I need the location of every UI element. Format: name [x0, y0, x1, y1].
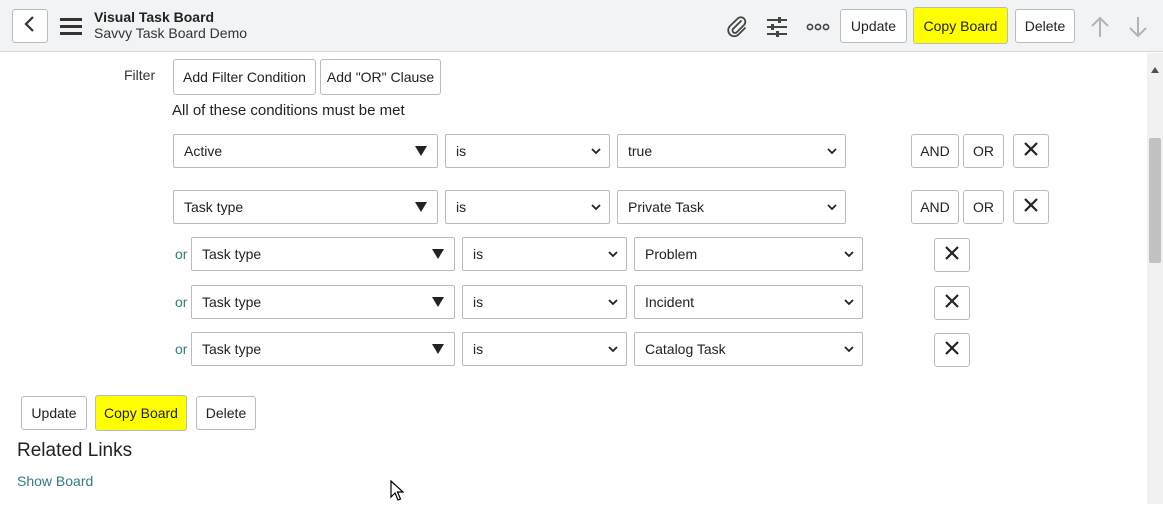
- scrollbar-thumb[interactable]: [1149, 138, 1161, 263]
- back-button[interactable]: [12, 9, 48, 43]
- or-button[interactable]: OR: [963, 134, 1004, 168]
- triangle-down-icon: [415, 135, 427, 167]
- chevron-down-icon: [608, 238, 618, 270]
- triangle-down-icon: [432, 238, 444, 270]
- and-button[interactable]: AND: [911, 190, 959, 224]
- remove-condition-button[interactable]: [1013, 134, 1049, 168]
- chevron-down-icon: [608, 286, 618, 318]
- chevron-down-icon: [827, 135, 837, 167]
- and-button[interactable]: AND: [911, 134, 959, 168]
- sliders-icon[interactable]: [764, 14, 790, 40]
- or-prefix-label: or: [175, 294, 188, 310]
- remove-condition-button[interactable]: [1013, 190, 1049, 224]
- chevron-down-icon: [844, 333, 854, 365]
- close-icon: [1024, 197, 1038, 217]
- close-icon: [945, 245, 959, 265]
- chevron-down-icon: [608, 333, 618, 365]
- remove-condition-button[interactable]: [934, 286, 970, 320]
- form-header: Visual Task Board Savvy Task Board Demo …: [0, 0, 1163, 52]
- more-icon[interactable]: [805, 14, 831, 40]
- chevron-left-icon: [24, 15, 36, 37]
- page-scrollbar[interactable]: [1147, 53, 1163, 504]
- operator-select[interactable]: is: [445, 134, 610, 168]
- show-board-link[interactable]: Show Board: [17, 473, 93, 489]
- or-button[interactable]: OR: [963, 190, 1004, 224]
- value-select[interactable]: Private Task: [617, 190, 846, 224]
- chevron-down-icon: [591, 135, 601, 167]
- add-or-clause-button[interactable]: Add "OR" Clause: [320, 59, 441, 95]
- operator-select-value: is: [473, 294, 484, 310]
- operator-select[interactable]: is: [445, 190, 610, 224]
- field-select[interactable]: Task type: [173, 190, 438, 224]
- triangle-down-icon: [415, 191, 427, 223]
- close-icon: [1024, 141, 1038, 161]
- triangle-down-icon: [432, 286, 444, 318]
- field-select[interactable]: Task type: [191, 332, 455, 366]
- close-icon: [945, 340, 959, 360]
- or-prefix-label: or: [175, 246, 188, 262]
- arrow-down-icon[interactable]: [1126, 14, 1150, 40]
- paperclip-icon[interactable]: [724, 14, 750, 40]
- filter-label: Filter: [124, 67, 156, 83]
- chevron-down-icon: [591, 191, 601, 223]
- field-select[interactable]: Task type: [191, 237, 455, 271]
- add-filter-condition-button[interactable]: Add Filter Condition: [173, 59, 316, 95]
- field-select-value: Task type: [202, 294, 262, 310]
- field-select-value: Task type: [202, 246, 262, 262]
- value-select[interactable]: Problem: [634, 237, 863, 271]
- page-subtitle: Savvy Task Board Demo: [94, 25, 248, 41]
- delete-button[interactable]: Delete: [1015, 9, 1075, 43]
- operator-select-value: is: [473, 246, 484, 262]
- value-select-value: Catalog Task: [645, 341, 726, 357]
- operator-select-value: is: [456, 143, 467, 159]
- arrow-up-icon[interactable]: [1088, 14, 1112, 40]
- delete-button-bottom[interactable]: Delete: [196, 396, 256, 430]
- value-select-value: Private Task: [628, 199, 704, 215]
- chevron-down-icon: [827, 191, 837, 223]
- value-select-value: true: [628, 143, 653, 159]
- copy-board-button-bottom[interactable]: Copy Board: [95, 395, 187, 431]
- field-select-value: Active: [184, 143, 223, 159]
- conditions-text: All of these conditions must be met: [172, 102, 405, 119]
- close-icon: [945, 293, 959, 313]
- hamburger-menu-icon[interactable]: [60, 17, 82, 35]
- operator-select[interactable]: is: [462, 285, 627, 319]
- chevron-down-icon: [844, 286, 854, 318]
- operator-select-value: is: [456, 199, 467, 215]
- value-select[interactable]: Incident: [634, 285, 863, 319]
- or-prefix-label: or: [175, 341, 188, 357]
- mouse-cursor-icon: [390, 479, 405, 506]
- operator-select-value: is: [473, 341, 484, 357]
- value-select-value: Problem: [645, 246, 698, 262]
- value-select-value: Incident: [645, 294, 695, 310]
- update-button-bottom[interactable]: Update: [21, 396, 87, 430]
- page-title: Visual Task Board: [94, 9, 215, 25]
- operator-select[interactable]: is: [462, 237, 627, 271]
- operator-select[interactable]: is: [462, 332, 627, 366]
- related-links-heading: Related Links: [17, 440, 133, 461]
- remove-condition-button[interactable]: [934, 238, 970, 272]
- triangle-down-icon: [432, 333, 444, 365]
- scroll-up-icon[interactable]: [1151, 60, 1159, 78]
- value-select[interactable]: Catalog Task: [634, 332, 863, 366]
- remove-condition-button[interactable]: [934, 333, 970, 367]
- copy-board-button[interactable]: Copy Board: [913, 7, 1008, 44]
- field-select-value: Task type: [202, 341, 262, 357]
- chevron-down-icon: [844, 238, 854, 270]
- field-select-value: Task type: [184, 199, 244, 215]
- update-button[interactable]: Update: [840, 9, 907, 43]
- field-select[interactable]: Active: [173, 134, 438, 168]
- value-select[interactable]: true: [617, 134, 846, 168]
- field-select[interactable]: Task type: [191, 285, 455, 319]
